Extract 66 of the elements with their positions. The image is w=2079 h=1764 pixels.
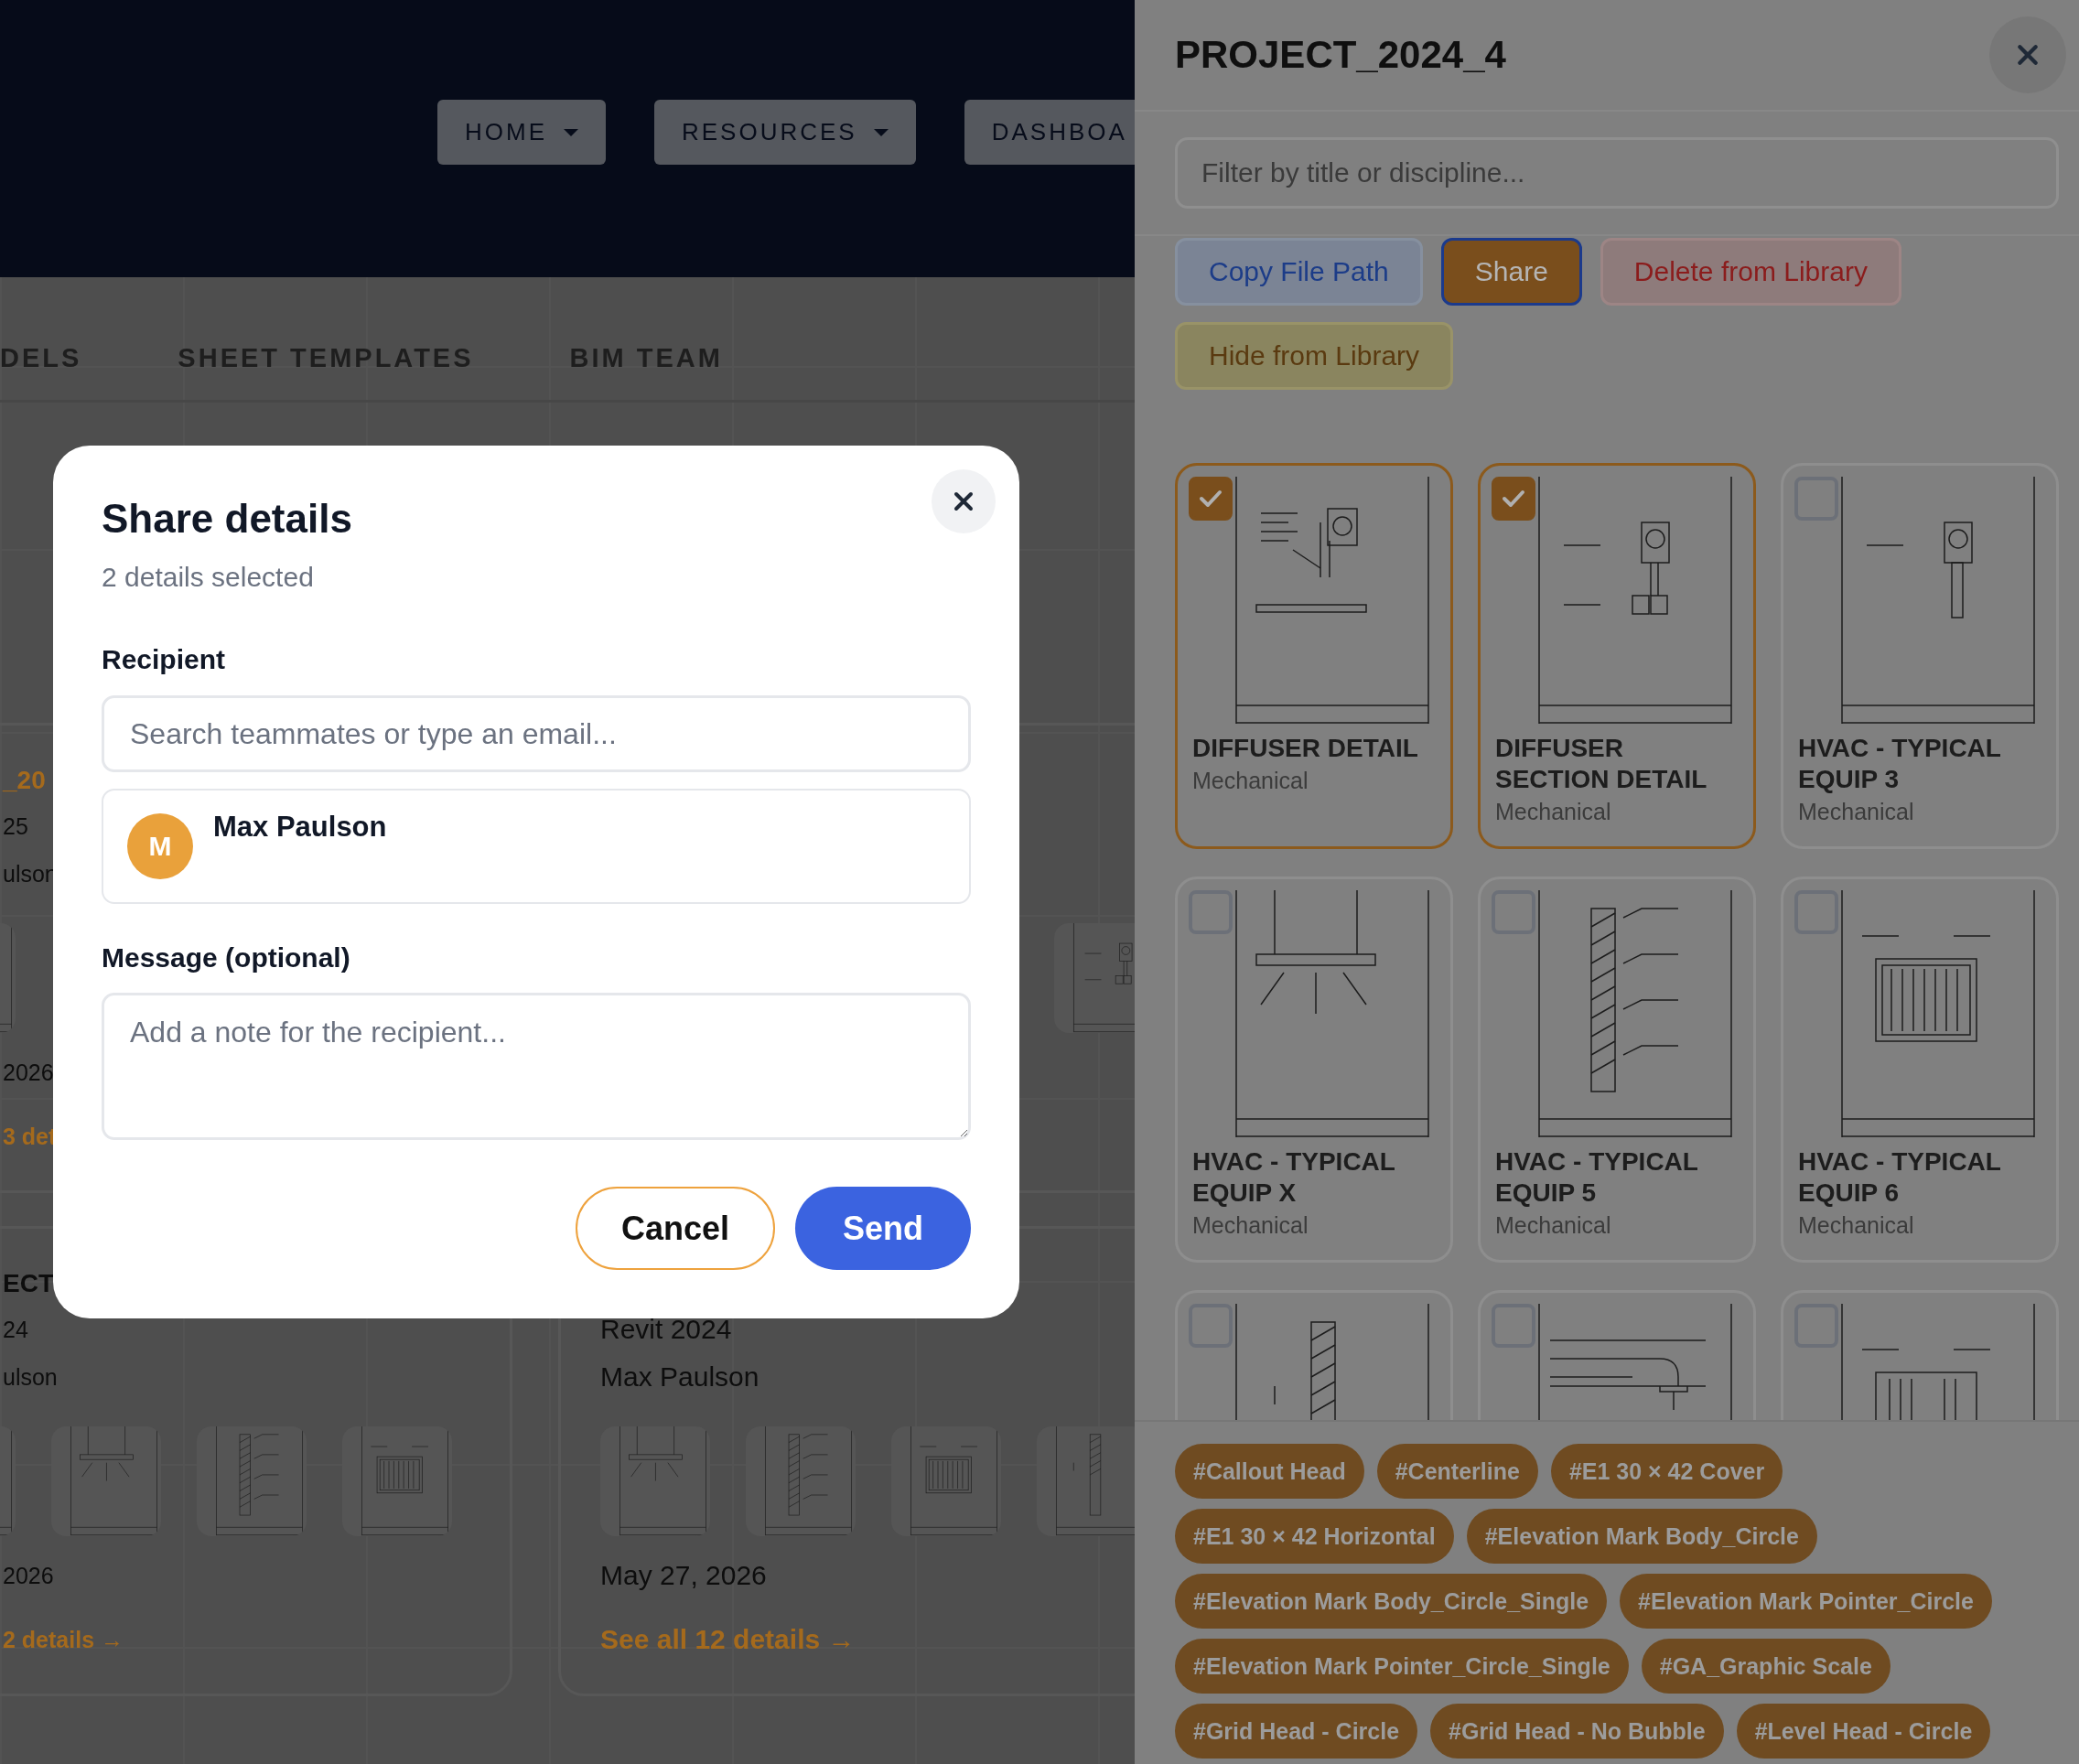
see-details-link[interactable]: See all 12 details → [600, 1617, 856, 1662]
detail-title: DIFFUSER DETAIL [1192, 733, 1419, 764]
tag-chip[interactable]: #Grid Head - No Bubble [1430, 1704, 1724, 1759]
detail-card[interactable]: HVAC - TYPICAL EQUIP X Mechanical [1175, 877, 1453, 1263]
delete-button[interactable]: Delete from Library [1600, 238, 1901, 306]
detail-title: DIFFUSER SECTION DETAIL [1495, 733, 1708, 795]
discipline-label: Mechanical [1495, 798, 1612, 826]
nav-menu-button[interactable]: RESOURCES [654, 100, 916, 165]
project-title: _20 [3, 765, 46, 796]
avatar: M [127, 813, 193, 879]
date-text: 2026 [3, 1562, 54, 1590]
tag-chip[interactable]: #Centerline [1376, 1444, 1538, 1499]
checkbox[interactable] [1492, 477, 1535, 521]
discipline-label: Mechanical [1192, 767, 1309, 795]
tag-chip[interactable]: #E1 30 × 42 Cover [1550, 1444, 1783, 1499]
tag-chip[interactable]: #Elevation Mark Pointer_Circle_Single [1175, 1639, 1629, 1694]
send-button[interactable]: Send [795, 1187, 971, 1270]
share-button[interactable]: Share [1440, 238, 1582, 306]
owner-name: Max Paulson [600, 1361, 759, 1393]
detail-title: HVAC - TYPICAL EQUIP 5 [1495, 1146, 1699, 1209]
tag-chip[interactable]: #Level Head - Circle [1736, 1704, 1991, 1759]
recipient-field[interactable]: Search teammates or type an email... [102, 695, 971, 772]
cancel-button[interactable]: Cancel [575, 1187, 775, 1270]
hide-button[interactable]: Hide from Library [1175, 322, 1454, 390]
detail-card[interactable]: HVAC - TYPICAL EQUIP 3 Mechanical [1781, 463, 2059, 849]
checkbox[interactable] [1189, 477, 1233, 521]
close-icon [953, 490, 975, 512]
tag-chip[interactable]: #Elevation Mark Pointer_Circle [1620, 1574, 1992, 1629]
filter-field[interactable]: Filter by title or discipline... [1175, 137, 2059, 209]
discipline-label: Mechanical [1495, 1211, 1612, 1240]
tag-chip[interactable]: #Elevation Mark Body_Circle [1466, 1509, 1817, 1564]
recipient-name: Max Paulson [213, 811, 387, 844]
discipline-label: Mechanical [1798, 798, 1915, 826]
discipline-label: Mechanical [1798, 1211, 1915, 1240]
selection-count: 2 details selected [102, 561, 314, 594]
detail-card[interactable]: HVAC - TYPICAL EQUIP 5 Mechanical [1478, 877, 1756, 1263]
panel-title: PROJECT_2024_4 [1175, 33, 1506, 77]
detail-title: HVAC - TYPICAL EQUIP X [1192, 1146, 1396, 1209]
close-icon [2016, 43, 2040, 67]
field-label: Message (optional) [102, 941, 350, 974]
discipline-label: Mechanical [1192, 1211, 1309, 1240]
software-version: 25 [3, 812, 28, 841]
detail-title: HVAC - TYPICAL EQUIP 3 [1798, 733, 2002, 795]
tag-chip[interactable]: #Grid Head - Circle [1175, 1704, 1418, 1759]
nav-menu-button[interactable]: DASHBOA [964, 100, 1135, 165]
detail-card[interactable]: HVAC - TYPICAL EQUIP 6 Mechanical [1781, 877, 2059, 1263]
copy-path-button[interactable]: Copy File Path [1175, 238, 1423, 306]
software-version: 24 [3, 1316, 28, 1344]
tag-chip[interactable]: #Elevation Mark Body_Circle_Single [1175, 1574, 1608, 1629]
see-details-link[interactable]: 2 details → [3, 1617, 124, 1662]
tag-chip[interactable]: #GA_Graphic Scale [1641, 1639, 1890, 1694]
recipient-card[interactable]: M Max Paulson [102, 789, 971, 904]
date-text: May 27, 2026 [600, 1559, 767, 1592]
date-text: 2026 [3, 1059, 54, 1087]
message-field[interactable]: Add a note for the recipient... [102, 993, 971, 1140]
software-version: Revit 2024 [600, 1313, 732, 1346]
field-label: Recipient [102, 643, 226, 676]
dialog-title: Share details [102, 495, 352, 543]
detail-card[interactable]: DIFFUSER SECTION DETAIL Mechanical [1478, 463, 1756, 849]
tag-chip[interactable]: #E1 30 × 42 Horizontal [1175, 1509, 1454, 1564]
owner-name: ulson [3, 1363, 58, 1392]
project-title: ECT [3, 1268, 54, 1299]
tag-chip[interactable]: #Callout Head [1175, 1444, 1364, 1499]
detail-card[interactable]: DIFFUSER DETAIL Mechanical [1175, 463, 1453, 849]
nav-menu-button[interactable]: HOME [437, 100, 606, 165]
detail-title: HVAC - TYPICAL EQUIP 6 [1798, 1146, 2002, 1209]
